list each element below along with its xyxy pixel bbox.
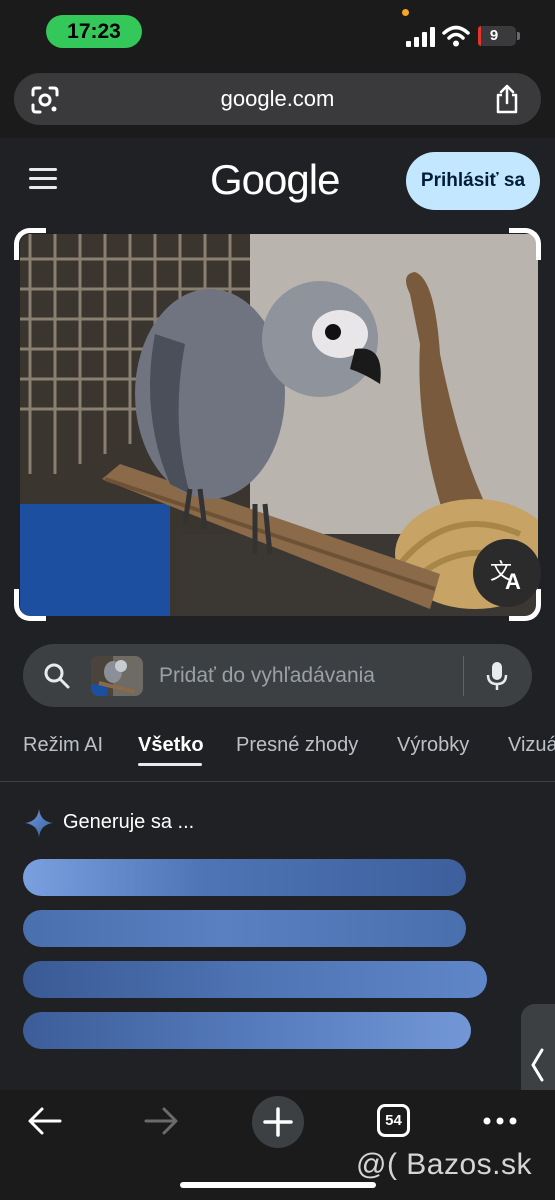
sign-in-button[interactable]: Prihlásiť sa <box>406 152 540 210</box>
loading-bar <box>23 910 466 947</box>
tab-exact-matches[interactable]: Presné zhody <box>236 734 358 757</box>
active-tab-indicator <box>138 763 202 766</box>
tab-visual[interactable]: Vizuá <box>508 734 555 757</box>
privacy-indicator-dot <box>402 9 409 16</box>
loading-ellipsis: ... <box>177 811 195 833</box>
crop-corner-bottom-left[interactable] <box>14 589 46 621</box>
crop-corner-top-left[interactable] <box>14 228 46 260</box>
browser-address-area: google.com <box>0 62 555 138</box>
gemini-sparkle-icon <box>25 809 53 837</box>
address-bar[interactable]: google.com <box>14 73 541 125</box>
home-indicator <box>180 1182 376 1188</box>
google-logo[interactable]: Google <box>210 156 340 204</box>
status-bar: 17:23 9 <box>0 0 555 62</box>
mic-icon[interactable] <box>485 660 509 692</box>
tab-all[interactable]: Všetko <box>138 734 204 757</box>
forward-arrow-icon[interactable] <box>143 1106 179 1136</box>
translate-button[interactable]: 文 A <box>473 539 541 607</box>
loading-bar <box>23 859 466 896</box>
image-thumbnail[interactable] <box>91 656 143 696</box>
loading-bar <box>23 1012 471 1049</box>
lens-image-region: 文 A <box>0 226 555 622</box>
lens-icon[interactable] <box>30 85 60 115</box>
clock-time: 17:23 <box>46 15 142 48</box>
translate-icon: 文 A <box>490 560 521 594</box>
ai-overview: Generuje sa ... <box>0 782 555 1090</box>
battery-icon: 9 <box>478 26 516 46</box>
search-icon[interactable] <box>43 662 71 690</box>
search-divider <box>463 656 464 696</box>
watermark-text: @( Bazos.sk <box>356 1148 532 1181</box>
tab-products[interactable]: Výrobky <box>397 734 469 757</box>
hamburger-menu-icon[interactable] <box>29 168 57 192</box>
signal-icon <box>406 27 435 47</box>
plus-icon <box>263 1107 293 1137</box>
share-icon[interactable] <box>493 84 521 114</box>
crop-corner-top-right[interactable] <box>509 228 541 260</box>
tabs-icon[interactable]: 54 <box>377 1104 410 1137</box>
back-arrow-icon[interactable] <box>27 1106 63 1136</box>
url-text[interactable]: google.com <box>94 73 461 125</box>
search-area <box>0 622 555 720</box>
ai-generating-label: Generuje sa ... <box>63 811 195 833</box>
battery-percent: 9 <box>489 27 499 44</box>
chevron-left-icon <box>531 1048 544 1082</box>
loading-bar <box>23 961 487 998</box>
new-tab-button[interactable] <box>252 1096 304 1148</box>
search-tabs: Režim AI Všetko Presné zhody Výrobky Viz… <box>0 720 555 782</box>
svg-text:A: A <box>505 569 521 594</box>
battery-cap <box>517 32 520 40</box>
more-icon[interactable] <box>483 1117 517 1125</box>
search-input[interactable] <box>159 644 459 707</box>
wifi-icon <box>442 25 470 47</box>
tab-ai-mode[interactable]: Režim AI <box>23 734 103 757</box>
search-box[interactable] <box>23 644 532 707</box>
uploaded-parrot-photo[interactable] <box>20 234 538 616</box>
google-header: Google Prihlásiť sa <box>0 138 555 226</box>
browser-toolbar: 54 @( Bazos.sk <box>0 1090 555 1200</box>
